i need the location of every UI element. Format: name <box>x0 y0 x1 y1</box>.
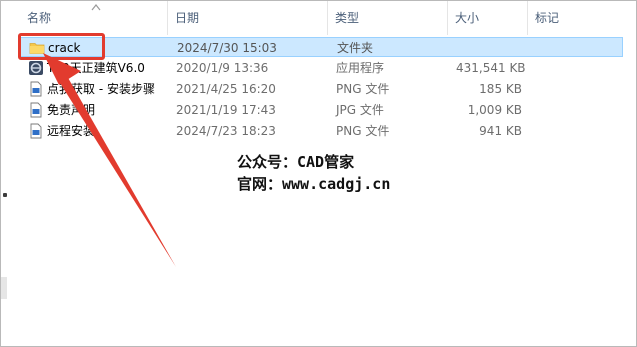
app-icon <box>29 61 43 75</box>
file-row-t20[interactable]: T20天正建筑V6.0 2020/1/9 13:36 应用程序 431,541 … <box>19 58 623 78</box>
file-name: T20天正建筑V6.0 <box>47 61 145 75</box>
file-row-remote-install[interactable]: 远程安装 2024/7/23 18:23 PNG 文件 941 KB <box>19 121 623 141</box>
column-divider[interactable] <box>527 1 528 35</box>
image-file-icon <box>30 102 42 118</box>
file-row-install-steps[interactable]: 点我获取 - 安装步骤 2021/4/25 16:20 PNG 文件 185 K… <box>19 79 623 99</box>
column-header-name[interactable]: 名称 <box>21 1 167 35</box>
file-row-crack[interactable]: crack 2024/7/30 15:03 文件夹 <box>19 37 623 57</box>
file-explorer-window: 名称 日期 类型 大小 标记 crack 2024/7/30 15:03 文件夹 <box>0 0 637 347</box>
column-header-bar: 名称 日期 类型 大小 标记 <box>11 1 636 35</box>
watermark-text: 公众号：CAD管家 官网：www.cadgj.cn <box>237 151 390 195</box>
file-type: 应用程序 <box>336 61 385 75</box>
column-divider[interactable] <box>447 1 448 35</box>
file-name: 免责声明 <box>47 103 96 117</box>
file-type: PNG 文件 <box>336 124 390 138</box>
column-header-type[interactable]: 类型 <box>329 1 447 35</box>
file-date: 2021/4/25 16:20 <box>176 82 276 96</box>
column-header-date[interactable]: 日期 <box>169 1 327 35</box>
file-date: 2024/7/30 15:03 <box>177 41 277 55</box>
column-divider[interactable] <box>167 1 168 35</box>
column-header-size[interactable]: 大小 <box>449 1 527 35</box>
watermark-line-2: 官网：www.cadgj.cn <box>237 175 391 193</box>
column-header-tags[interactable]: 标记 <box>529 1 629 35</box>
column-divider[interactable] <box>327 1 328 35</box>
image-file-icon <box>30 81 42 97</box>
file-size: 1,009 KB <box>467 103 522 117</box>
file-type: 文件夹 <box>337 41 374 55</box>
file-row-disclaimer[interactable]: 免责声明 2021/1/19 17:43 JPG 文件 1,009 KB <box>19 100 623 120</box>
watermark-line-1: 公众号：CAD管家 <box>237 153 355 171</box>
file-size <box>457 38 523 58</box>
navigation-pane-edge <box>1 1 11 346</box>
file-type: JPG 文件 <box>336 103 384 117</box>
file-type: PNG 文件 <box>336 82 390 96</box>
file-size: 185 KB <box>479 82 522 96</box>
image-file-icon <box>30 123 42 139</box>
file-size: 941 KB <box>479 124 522 138</box>
nav-pane-marker <box>3 193 7 197</box>
file-date: 2024/7/23 18:23 <box>176 124 276 138</box>
file-size: 431,541 KB <box>456 61 526 75</box>
file-date: 2020/1/9 13:36 <box>176 61 269 75</box>
nav-pane-scroll-thumb[interactable] <box>1 277 7 299</box>
file-name: 远程安装 <box>47 124 96 138</box>
file-name: 点我获取 - 安装步骤 <box>47 82 155 96</box>
file-date: 2021/1/19 17:43 <box>176 103 276 117</box>
annotation-highlight-box <box>18 33 105 60</box>
